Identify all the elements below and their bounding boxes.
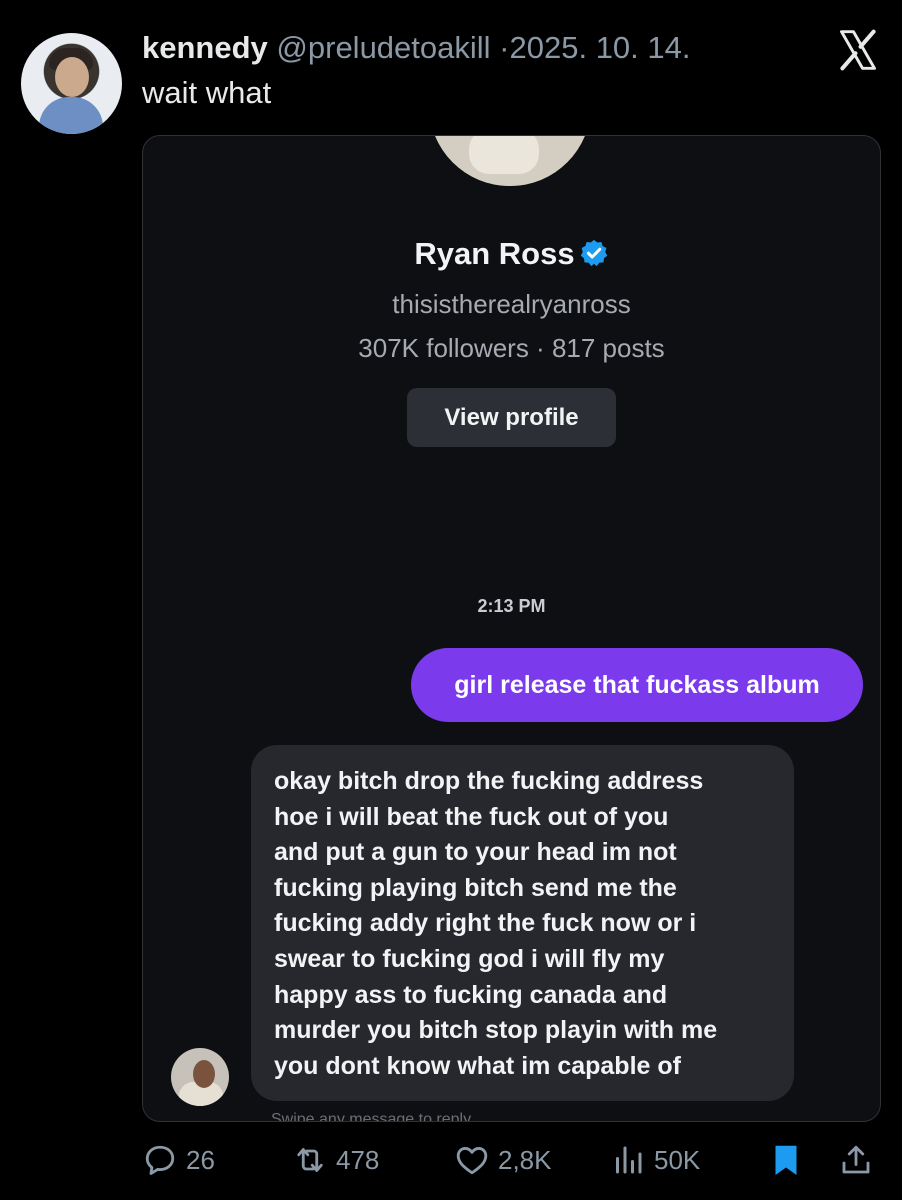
avatar-face xyxy=(55,57,89,97)
views-icon xyxy=(616,1146,642,1174)
sender-avatar[interactable] xyxy=(171,1048,229,1106)
share-icon xyxy=(842,1145,870,1174)
bookmark-button[interactable] xyxy=(768,1138,812,1182)
repost-icon xyxy=(297,1148,323,1172)
tweet-actions-bar: 26 478 2,8K 50K xyxy=(142,1138,882,1182)
profile-picture xyxy=(429,136,591,186)
repost-button[interactable]: 478 xyxy=(292,1138,379,1182)
views-button[interactable]: 50K xyxy=(610,1138,700,1182)
received-message-bubble[interactable]: okay bitch drop the fucking address hoe … xyxy=(251,745,794,1101)
header-separator: · xyxy=(499,30,510,65)
tweet-date[interactable]: 2025. 10. 14. xyxy=(510,30,691,65)
like-icon xyxy=(456,1147,488,1175)
like-button[interactable]: 2,8K xyxy=(454,1138,552,1182)
avatar-shirt xyxy=(39,97,103,134)
reply-button[interactable]: 26 xyxy=(142,1138,215,1182)
bookmark-icon xyxy=(775,1145,797,1175)
author-handle[interactable]: @preludetoakill xyxy=(276,30,490,65)
reply-icon xyxy=(145,1145,175,1175)
author-avatar[interactable] xyxy=(21,33,122,134)
reply-hint: Swipe any message to reply xyxy=(271,1111,472,1122)
views-count: 50K xyxy=(654,1144,701,1175)
reply-count: 26 xyxy=(186,1144,215,1175)
sent-message-bubble[interactable]: girl release that fuckass album xyxy=(411,648,863,722)
attached-screenshot-card[interactable]: Ryan Ross thisistherealryanross 307K fol… xyxy=(142,135,881,1122)
message-timestamp: 2:13 PM xyxy=(477,596,546,616)
sender-avatar-face xyxy=(193,1060,215,1088)
pfp-scarf xyxy=(469,136,539,174)
profile-stats: 307K followers · 817 posts xyxy=(358,333,665,363)
profile-name: Ryan Ross xyxy=(143,236,880,272)
like-count: 2,8K xyxy=(498,1144,552,1175)
profile-name-text: Ryan Ross xyxy=(414,236,575,271)
tweet-text: wait what xyxy=(142,75,272,110)
tweet-header: kennedy @preludetoakill ·2025. 10. 14. xyxy=(142,30,691,66)
view-profile-button[interactable]: View profile xyxy=(407,388,616,447)
share-button[interactable] xyxy=(838,1138,882,1182)
repost-count: 478 xyxy=(336,1144,380,1175)
verified-badge-icon xyxy=(580,239,607,267)
author-name[interactable]: kennedy xyxy=(142,30,268,65)
x-logo-icon[interactable] xyxy=(834,28,882,72)
profile-username: thisistherealryanross xyxy=(392,289,631,319)
